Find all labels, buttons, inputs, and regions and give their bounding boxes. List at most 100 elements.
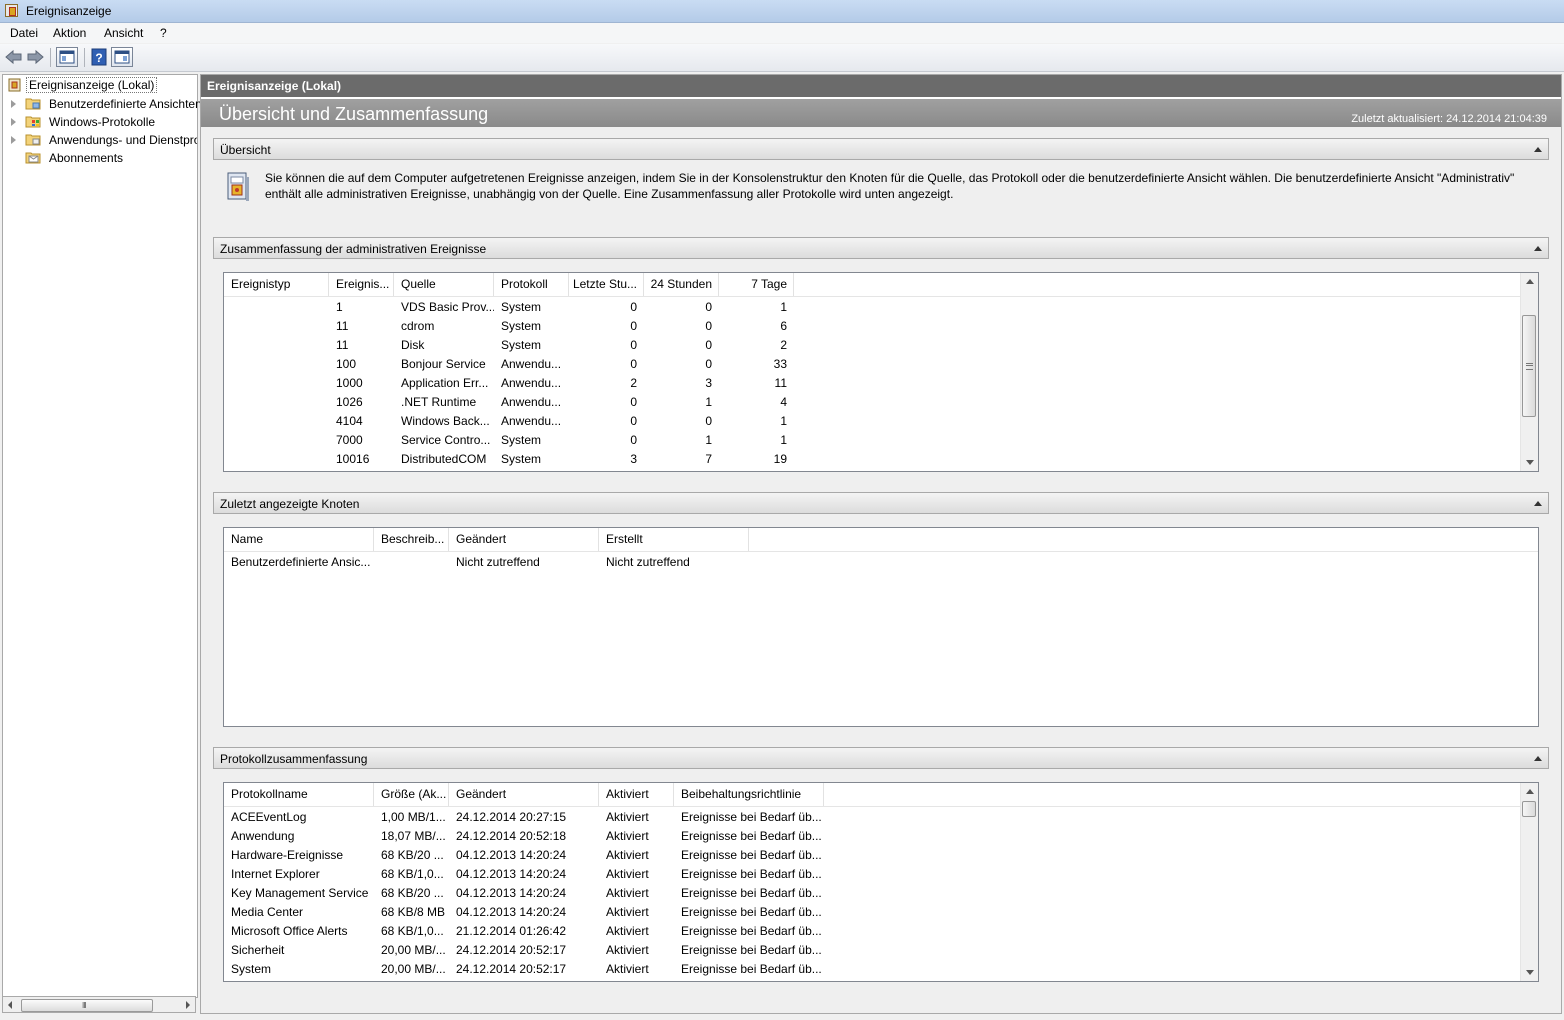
table-row[interactable]: Key Management Service 68 KB/20 ... 04.12.…	[224, 884, 1538, 903]
collapse-icon[interactable]	[1534, 147, 1542, 152]
column-header[interactable]: Name	[224, 528, 374, 551]
table-row[interactable]: 11 Disk System 0 0 2	[224, 336, 1538, 355]
back-button[interactable]	[4, 48, 24, 66]
tree-root-label: Ereignisanzeige (Lokal)	[26, 77, 158, 93]
action-pane-icon	[114, 50, 130, 64]
tree-label: Anwendungs- und Dienstprotokolle	[49, 133, 197, 147]
table-cell: 0	[630, 338, 637, 352]
tree-horizontal-scrollbar[interactable]: III	[2, 996, 196, 1013]
scroll-down-icon[interactable]	[1526, 460, 1534, 465]
scrollbar-thumb[interactable]	[1522, 315, 1536, 417]
table-row[interactable]: 10016 DistributedCOM System 3 7 19	[224, 450, 1538, 469]
menu-datei[interactable]: Datei	[10, 26, 38, 40]
column-header[interactable]: Protokoll	[494, 273, 569, 296]
table-row[interactable]: Anwendung 18,07 MB/... 24.12.2014 20:52:18…	[224, 827, 1538, 846]
log-summary-table[interactable]: Protokollname Größe (Ak... Geändert Aktivie…	[223, 782, 1539, 982]
section-overview-header[interactable]: Übersicht	[213, 138, 1549, 160]
table-row[interactable]: 1 VDS Basic Prov... System 0 0 1	[224, 298, 1538, 317]
column-header[interactable]: 24 Stunden	[644, 273, 719, 296]
vertical-scrollbar[interactable]	[1520, 273, 1538, 471]
table-cell: cdrom	[401, 319, 435, 333]
table-row[interactable]: 7000 Service Contro... System 0 1 1	[224, 431, 1538, 450]
scrollbar-thumb[interactable]	[1522, 801, 1536, 817]
collapse-icon[interactable]	[1534, 501, 1542, 506]
table-row[interactable]: Microsoft Office Alerts 68 KB/1,0... 21.12…	[224, 922, 1538, 941]
expand-arrow-icon[interactable]	[11, 136, 16, 144]
scroll-up-icon[interactable]	[1526, 789, 1534, 794]
column-header[interactable]: Ereignis...	[329, 273, 394, 296]
tree-item-windows-logs[interactable]: Windows-Protokolle	[11, 113, 197, 131]
section-recent-nodes-header[interactable]: Zuletzt angezeigte Knoten	[213, 492, 1549, 514]
vertical-scrollbar[interactable]	[1520, 783, 1538, 981]
toolbar-separator	[50, 48, 51, 67]
admin-events-table[interactable]: Ereignistyp Ereignis... Quelle Protokoll Let…	[223, 272, 1539, 472]
table-cell: 24.12.2014 20:27:15	[456, 810, 567, 824]
column-header[interactable]: Ereignistyp	[224, 273, 329, 296]
table-cell	[224, 412, 329, 431]
collapse-icon[interactable]	[1534, 246, 1542, 251]
table-row[interactable]: Benutzerdefinierte Ansic... Nicht zutreff…	[224, 553, 1538, 572]
table-header: Name Beschreib... Geändert Erstellt	[224, 528, 1538, 552]
tree-item-root[interactable]: Ereignisanzeige (Lokal)	[7, 77, 158, 95]
section-log-summary-header[interactable]: Protokollzusammenfassung	[213, 747, 1549, 769]
table-row[interactable]: Internet Explorer 68 KB/1,0... 04.12.2013 …	[224, 865, 1538, 884]
expand-arrow-icon[interactable]	[11, 100, 16, 108]
table-cell: Aktiviert	[606, 924, 649, 938]
column-header[interactable]: Geändert	[449, 528, 599, 551]
show-hide-console-tree-button[interactable]	[56, 47, 78, 67]
column-header[interactable]: Erstellt	[599, 528, 749, 551]
menu-aktion[interactable]: Aktion	[53, 26, 86, 40]
column-header[interactable]: Letzte Stu...	[569, 273, 644, 296]
event-viewer-app-icon	[5, 4, 18, 17]
help-button[interactable]: ?	[89, 48, 109, 66]
table-row[interactable]: Hardware-Ereignisse 68 KB/20 ... 04.12.201…	[224, 846, 1538, 865]
table-row[interactable]: Sicherheit 20,00 MB/... 24.12.2014 20:52:1…	[224, 941, 1538, 960]
table-cell: Anwendu...	[501, 414, 562, 428]
table-cell: 1	[336, 300, 343, 314]
table-header: Protokollname Größe (Ak... Geändert Aktivie…	[224, 783, 1538, 807]
tree-item-subscriptions[interactable]: Abonnements	[11, 149, 197, 167]
column-header[interactable]: Geändert	[449, 783, 599, 806]
collapse-icon[interactable]	[1534, 756, 1542, 761]
forward-button[interactable]	[25, 48, 45, 66]
table-cell: Ereignisse bei Bedarf üb...	[681, 867, 822, 881]
table-row[interactable]: 11 cdrom System 0 0 6	[224, 317, 1538, 336]
expand-arrow-icon[interactable]	[11, 118, 16, 126]
scroll-down-icon[interactable]	[1526, 970, 1534, 975]
table-cell: Nicht zutreffend	[606, 555, 690, 569]
scroll-left-icon[interactable]	[8, 1001, 12, 1009]
table-row[interactable]: 100 Bonjour Service Anwendu... 0 0 33	[224, 355, 1538, 374]
table-row[interactable]: Media Center 68 KB/8 MB 04.12.2013 14:20:2…	[224, 903, 1538, 922]
table-cell: 2	[780, 338, 787, 352]
table-cell: Aktiviert	[606, 848, 649, 862]
scroll-right-icon[interactable]	[186, 1001, 190, 1009]
table-row[interactable]: 1026 .NET Runtime Anwendu... 0 1 4	[224, 393, 1538, 412]
table-row[interactable]: 1000 Application Err... Anwendu... 2 3 11	[224, 374, 1538, 393]
table-row[interactable]: ACEEventLog 1,00 MB/1... 24.12.2014 20:27:…	[224, 808, 1538, 827]
menu-ansicht[interactable]: Ansicht	[104, 26, 143, 40]
section-admin-summary-header[interactable]: Zusammenfassung der administrativen Erei…	[213, 237, 1549, 259]
show-hide-action-pane-button[interactable]	[111, 47, 133, 67]
console-tree-icon	[59, 50, 75, 64]
scroll-up-icon[interactable]	[1526, 279, 1534, 284]
table-row[interactable]: 4104 Windows Back... Anwendu... 0 0 1	[224, 412, 1538, 431]
tree-label: Windows-Protokolle	[49, 115, 156, 129]
menu-help[interactable]: ?	[160, 26, 167, 40]
column-header[interactable]: Protokollname	[224, 783, 374, 806]
column-header[interactable]: Quelle	[394, 273, 494, 296]
column-header[interactable]: Größe (Ak...	[374, 783, 449, 806]
column-header[interactable]: Beibehaltungsrichtlinie	[674, 783, 824, 806]
table-cell: 0	[705, 338, 712, 352]
tree-item-app-service-logs[interactable]: Anwendungs- und Dienstprotokolle	[11, 131, 197, 149]
table-row[interactable]: System 20,00 MB/... 24.12.2014 20:52:17 Akt…	[224, 960, 1538, 979]
scrollbar-thumb[interactable]: III	[21, 999, 153, 1012]
tree-item-custom-views[interactable]: Benutzerdefinierte Ansichten	[11, 95, 202, 113]
table-cell: 1,00 MB/1...	[381, 810, 446, 824]
column-header[interactable]: Beschreib...	[374, 528, 449, 551]
column-header[interactable]: 7 Tage	[719, 273, 794, 296]
column-header[interactable]: Aktiviert	[599, 783, 674, 806]
recent-nodes-table[interactable]: Name Beschreib... Geändert Erstellt Benutzer…	[223, 527, 1539, 727]
table-cell: 33	[773, 357, 787, 371]
table-cell: Aktiviert	[606, 943, 649, 957]
table-cell: 24.12.2014 20:52:17	[456, 962, 567, 976]
